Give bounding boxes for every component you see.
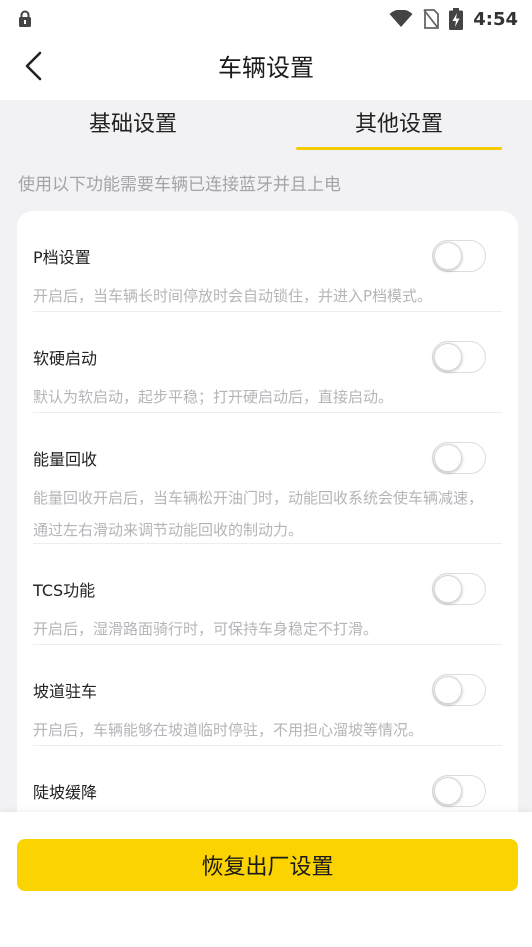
tab-label: 其他设置 (354, 112, 443, 137)
tcs-toggle[interactable] (432, 573, 486, 605)
settings-card: P档设置 开启后，当车辆长时间停放时会自动锁住，并进入P档模式。 软硬启动 默认… (17, 211, 518, 821)
toggle-knob (434, 777, 462, 805)
toggle-knob (434, 242, 462, 270)
tab-basic-settings[interactable]: 基础设置 (0, 100, 266, 156)
toggle-knob (434, 575, 462, 603)
p-gear-toggle[interactable] (432, 240, 486, 272)
page-title: 车辆设置 (218, 54, 314, 82)
status-bar: 4:54 (0, 0, 532, 38)
setting-description: 默认为软启动，起步平稳；打开硬启动后，直接启动。 (33, 388, 394, 406)
hill-descent-toggle[interactable] (432, 775, 486, 807)
setting-title: 软硬启动 (33, 349, 98, 368)
setting-item-energy-recovery: 能量回收 能量回收开启后，当车辆松开油门时，动能回收系统会使车辆减速，通过左右滑… (33, 413, 502, 544)
app-header: 车辆设置 (0, 38, 532, 100)
setting-title: TCS功能 (33, 581, 96, 600)
toggle-knob (434, 343, 462, 371)
factory-reset-button[interactable]: 恢复出厂设置 (17, 839, 518, 891)
setting-title: 能量回收 (33, 450, 98, 469)
status-time: 4:54 (473, 8, 518, 30)
active-tab-indicator (296, 147, 502, 150)
setting-title: P档设置 (33, 248, 91, 267)
tab-bar: 基础设置 其他设置 (0, 100, 532, 156)
setting-description: 开启后，车辆能够在坡道临时停驻，不用担心溜坡等情况。 (33, 721, 424, 739)
setting-title: 陡坡缓降 (33, 783, 98, 802)
setting-item-hill-hold: 坡道驻车 开启后，车辆能够在坡道临时停驻，不用担心溜坡等情况。 (33, 645, 502, 746)
bluetooth-hint: 使用以下功能需要车辆已连接蓝牙并且上电 (18, 175, 341, 195)
sim-card-icon (423, 9, 440, 29)
setting-item-tcs: TCS功能 开启后，湿滑路面骑行时，可保持车身稳定不打滑。 (33, 544, 502, 645)
status-right: 4:54 (389, 8, 518, 30)
setting-description: 能量回收开启后，当车辆松开油门时，动能回收系统会使车辆减速，通过左右滑动来调节动… (33, 489, 484, 539)
hill-hold-toggle[interactable] (432, 674, 486, 706)
setting-description: 开启后，湿滑路面骑行时，可保持车身稳定不打滑。 (33, 620, 379, 638)
setting-title: 坡道驻车 (33, 682, 98, 701)
bottom-bar: 恢复出厂设置 (0, 812, 532, 947)
wifi-icon (389, 10, 413, 28)
lock-icon (18, 10, 32, 28)
energy-recovery-toggle[interactable] (432, 442, 486, 474)
setting-item-hill-descent: 陡坡缓降 (33, 746, 502, 821)
setting-item-soft-hard-start: 软硬启动 默认为软启动，起步平稳；打开硬启动后，直接启动。 (33, 312, 502, 413)
toggle-knob (434, 676, 462, 704)
setting-description: 开启后，当车辆长时间停放时会自动锁住，并进入P档模式。 (33, 287, 433, 305)
tab-other-settings[interactable]: 其他设置 (266, 100, 532, 156)
soft-hard-start-toggle[interactable] (432, 341, 486, 373)
battery-charging-icon (449, 8, 464, 30)
toggle-knob (434, 444, 462, 472)
status-left (18, 10, 32, 28)
tab-label: 基础设置 (88, 112, 177, 137)
setting-item-p-gear: P档设置 开启后，当车辆长时间停放时会自动锁住，并进入P档模式。 (33, 211, 502, 312)
